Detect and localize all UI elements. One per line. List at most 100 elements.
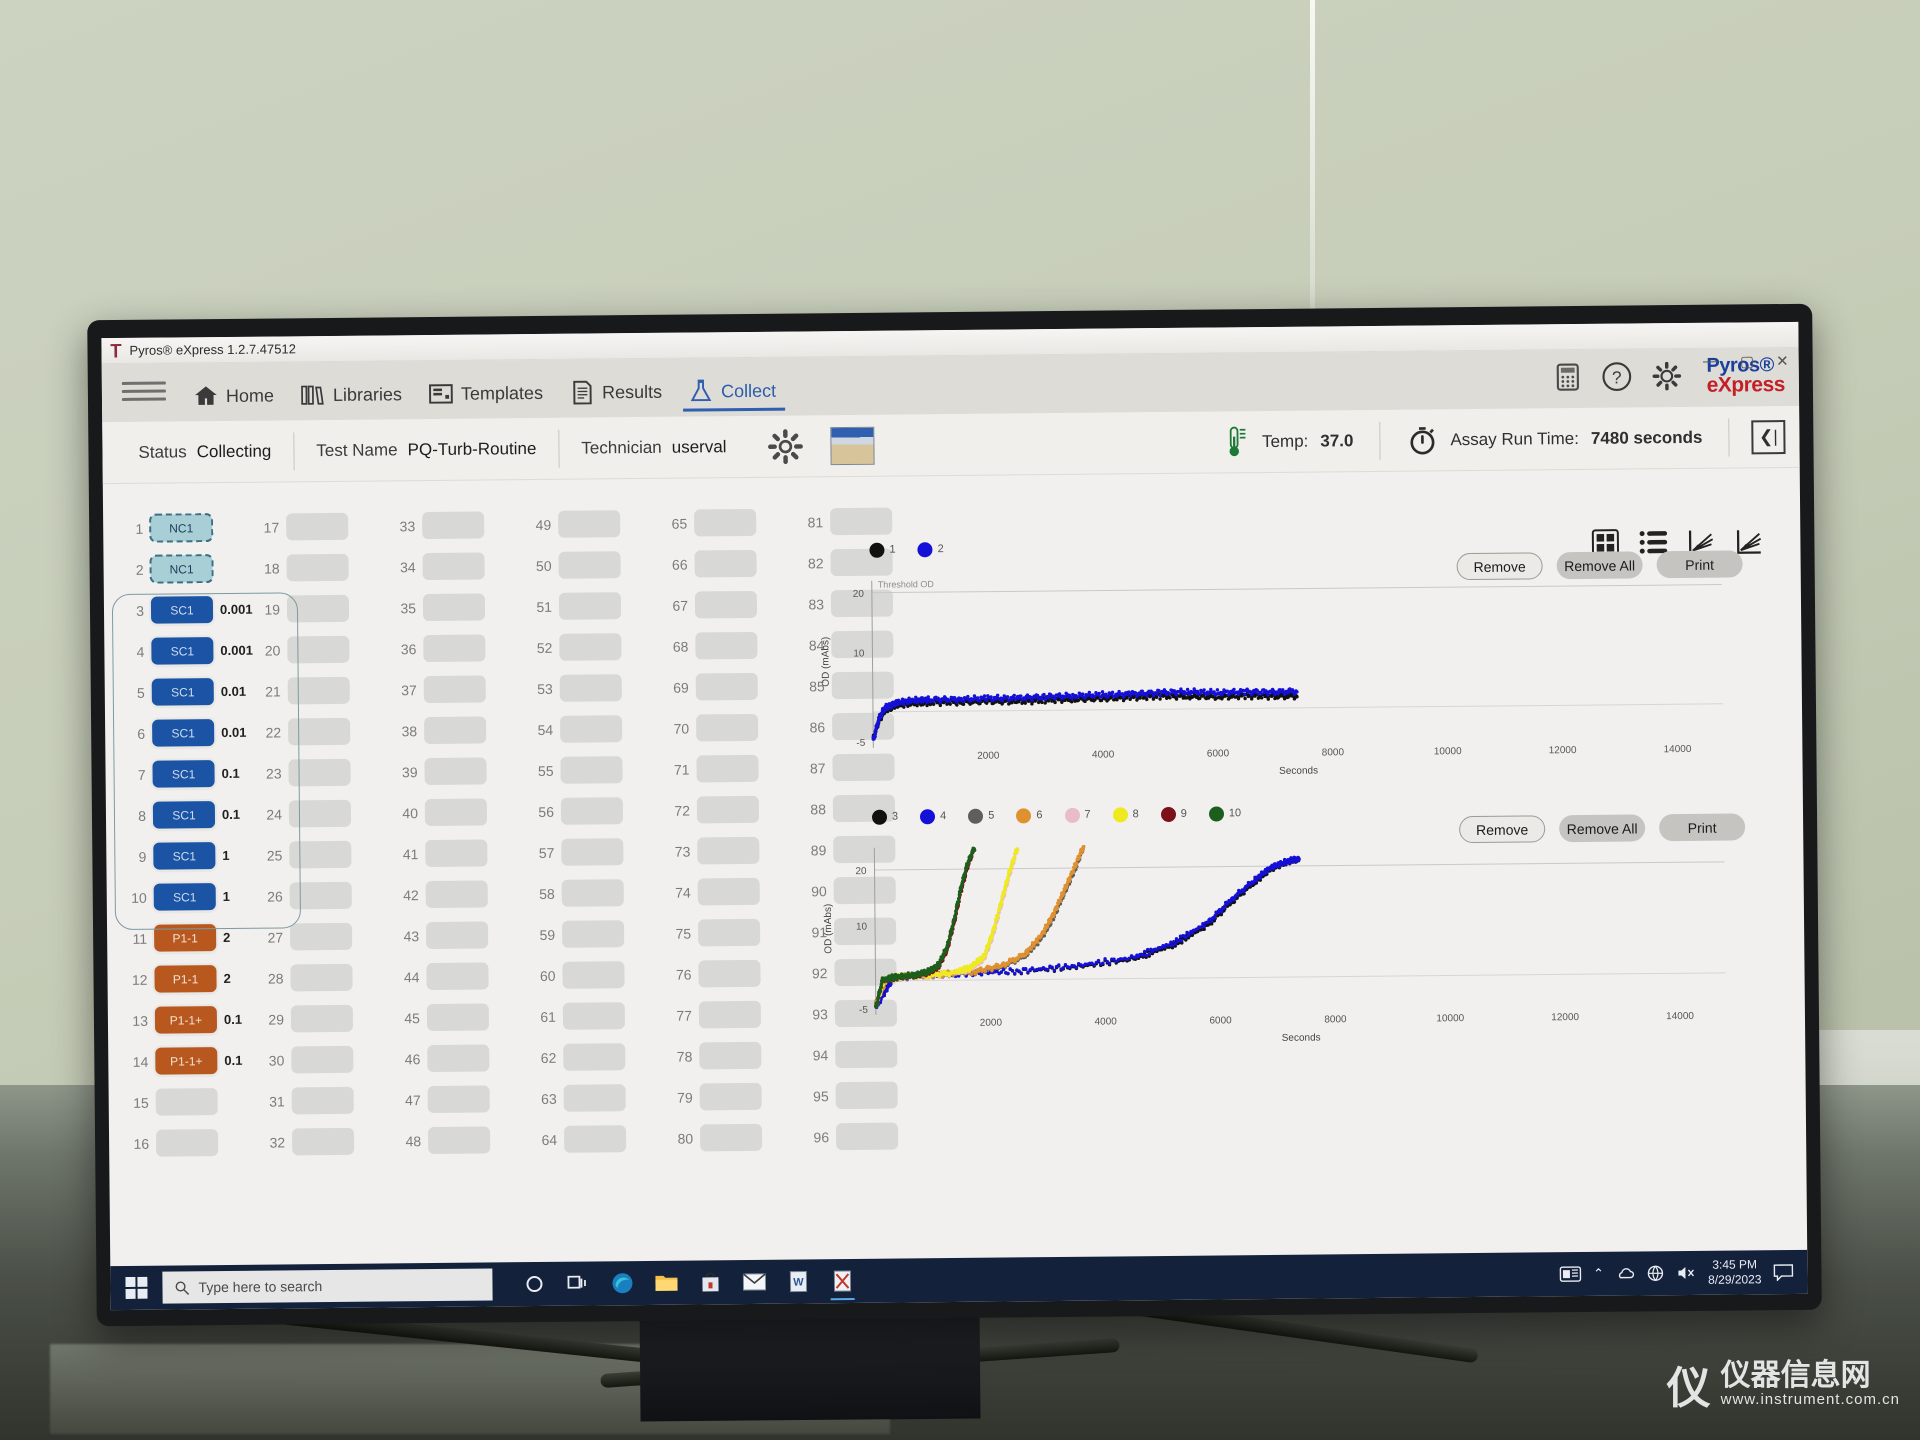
well-9[interactable]: SC1 [153,842,216,870]
legend-item-2[interactable]: 2 [917,541,944,557]
well-56[interactable] [560,797,624,825]
well-66[interactable] [694,549,757,578]
well-15[interactable] [155,1088,218,1116]
well-55[interactable] [560,756,623,784]
well-12[interactable]: P1-1 [154,965,217,993]
well-20[interactable] [287,635,350,664]
well-48[interactable] [427,1126,491,1155]
well-2[interactable]: NC1 [149,554,214,584]
well-67[interactable] [694,590,758,619]
well-16[interactable] [155,1129,219,1157]
well-68[interactable] [695,631,758,660]
well-35[interactable] [422,593,486,622]
well-29[interactable] [290,1004,354,1033]
file-explorer-icon[interactable] [646,1263,686,1303]
nav-item-home[interactable]: Home [180,382,287,421]
well-71[interactable] [696,754,759,783]
well-32[interactable] [291,1127,355,1156]
network-icon[interactable] [1646,1264,1664,1282]
well-45[interactable] [426,1003,490,1032]
calculator-icon[interactable] [1552,362,1582,392]
legend-item-3[interactable]: 3 [871,809,898,825]
well-10[interactable]: SC1 [153,883,216,911]
well-14[interactable]: P1-1+ [155,1047,218,1075]
well-33[interactable] [422,511,485,540]
chart-2-plot[interactable]: 20 10 -5 2000 4000 6000 8000 10000 12000 14000 Sec… [816,825,1775,1049]
legend-item-4[interactable]: 4 [920,808,946,824]
taskbar-clock[interactable]: 3:45 PM 8/29/2023 [1708,1257,1762,1288]
well-11[interactable]: P1-1 [154,924,217,952]
well-75[interactable] [697,918,761,947]
word-icon[interactable]: W [778,1261,818,1301]
cortana-icon[interactable] [514,1264,554,1304]
legend-item-10[interactable]: 10 [1208,805,1241,822]
well-7[interactable]: SC1 [152,760,215,788]
chevron-up-icon[interactable]: ⌃ [1593,1266,1604,1282]
well-23[interactable] [288,758,351,787]
well-44[interactable] [426,962,489,991]
well-53[interactable] [559,674,622,702]
well-63[interactable] [563,1084,626,1112]
well-43[interactable] [426,921,489,950]
maximize-button[interactable]: ▢ [1740,352,1754,370]
well-31[interactable] [291,1086,354,1115]
well-69[interactable] [695,672,758,701]
volume-mute-icon[interactable] [1676,1264,1696,1282]
well-50[interactable] [558,551,621,579]
well-8[interactable]: SC1 [152,801,216,829]
well-28[interactable] [290,963,353,992]
well-36[interactable] [423,634,486,663]
well-19[interactable] [286,594,350,623]
edge-icon[interactable] [602,1263,642,1303]
well-54[interactable] [560,715,623,743]
well-52[interactable] [559,633,622,661]
news-icon[interactable] [1559,1265,1581,1283]
well-61[interactable] [562,1002,626,1030]
legend-item-6[interactable]: 6 [1016,807,1043,823]
nav-item-libraries[interactable]: Libraries [287,381,415,420]
well-40[interactable] [424,798,488,827]
well-17[interactable] [286,512,349,541]
well-37[interactable] [423,675,486,704]
collapse-panel-icon[interactable]: ❮| [1751,419,1786,454]
well-26[interactable] [289,881,352,910]
well-60[interactable] [562,961,625,989]
close-button[interactable]: ✕ [1776,352,1789,370]
well-1[interactable]: NC1 [149,513,214,543]
well-41[interactable] [425,839,488,868]
well-24[interactable] [288,799,352,828]
well-27[interactable] [290,922,353,951]
pyros-express-icon[interactable] [822,1261,862,1301]
well-42[interactable] [425,880,488,909]
well-70[interactable] [696,713,759,742]
well-58[interactable] [561,879,624,907]
well-59[interactable] [561,920,625,948]
well-47[interactable] [427,1085,490,1114]
well-77[interactable] [698,1000,762,1029]
action-center-icon[interactable] [1773,1263,1794,1282]
well-30[interactable] [291,1045,354,1074]
legend-item-5[interactable]: 5 [968,808,994,824]
well-76[interactable] [698,959,761,988]
task-view-icon[interactable] [558,1263,598,1303]
well-3[interactable]: SC1 [150,596,214,624]
legend-item-7[interactable]: 7 [1064,807,1091,823]
menu-hamburger-icon[interactable] [121,377,166,406]
well-38[interactable] [424,716,487,745]
well-22[interactable] [288,717,351,746]
legend-item-9[interactable]: 9 [1160,806,1187,822]
well-79[interactable] [699,1082,762,1111]
microsoft-store-icon[interactable] [690,1262,730,1302]
well-34[interactable] [422,552,485,581]
well-72[interactable] [696,795,760,824]
well-64[interactable] [563,1125,627,1153]
legend-item-1[interactable]: 1 [869,542,896,558]
well-62[interactable] [563,1043,626,1071]
nav-item-results[interactable]: Results [556,379,675,418]
well-13[interactable]: P1-1+ [154,1006,218,1034]
onedrive-icon[interactable] [1616,1264,1634,1282]
well-18[interactable] [286,553,349,582]
well-65[interactable] [694,508,757,537]
layout-preview-icon[interactable] [830,426,875,465]
help-icon[interactable]: ? [1600,361,1632,393]
